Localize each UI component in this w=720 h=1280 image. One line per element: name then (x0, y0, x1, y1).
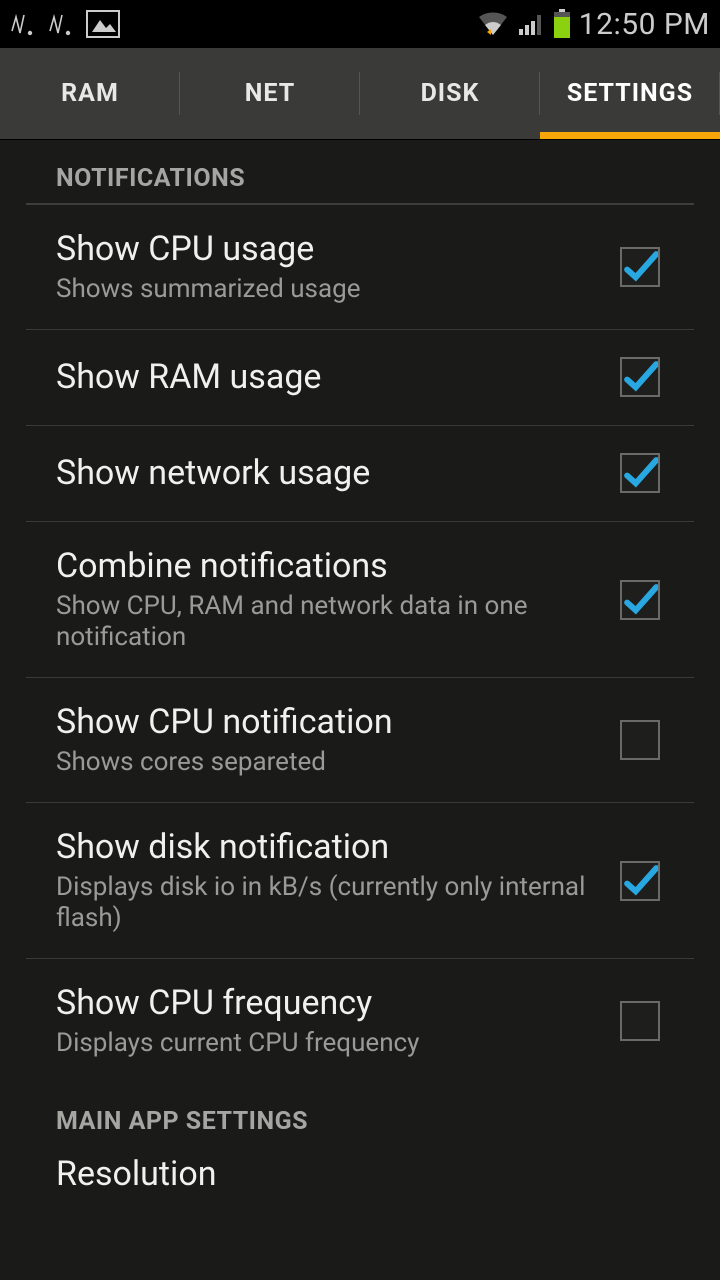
row-texts: Show disk notification Displays disk io … (56, 827, 620, 934)
row-texts: Combine notifications Show CPU, RAM and … (56, 546, 620, 653)
tab-ram[interactable]: RAM (0, 48, 180, 139)
row-show-network-usage[interactable]: Show network usage (26, 426, 694, 522)
check-icon (622, 452, 658, 494)
wifi-icon (477, 11, 509, 37)
checkbox[interactable] (620, 247, 660, 287)
active-tab-indicator (540, 132, 720, 139)
checkbox[interactable] (620, 453, 660, 493)
row-subtitle: Show CPU, RAM and network data in one no… (56, 591, 600, 653)
row-texts: Show RAM usage (56, 357, 620, 398)
tab-label: NET (245, 79, 295, 108)
row-resolution[interactable]: Resolution (26, 1140, 694, 1195)
settings-content: NOTIFICATIONS Show CPU usage Shows summa… (0, 140, 720, 1195)
checkbox[interactable] (620, 861, 660, 901)
row-title: Show CPU usage (56, 229, 600, 270)
row-title: Show RAM usage (56, 357, 600, 398)
check-icon (622, 860, 658, 902)
row-title: Show network usage (56, 453, 600, 494)
row-subtitle: Displays current CPU frequency (56, 1028, 600, 1059)
row-show-cpu-notification[interactable]: Show CPU notification Shows cores separe… (26, 678, 694, 803)
checkbox[interactable] (620, 1001, 660, 1041)
row-combine-notifications[interactable]: Combine notifications Show CPU, RAM and … (26, 522, 694, 678)
row-title: Combine notifications (56, 546, 600, 587)
section-header-main-app-settings: MAIN APP SETTINGS (26, 1083, 694, 1140)
tab-net[interactable]: NET (180, 48, 360, 139)
tab-label: RAM (61, 79, 119, 108)
check-icon (622, 356, 658, 398)
row-texts: Show CPU frequency Displays current CPU … (56, 983, 620, 1059)
picture-icon (86, 10, 120, 38)
status-left (10, 10, 120, 38)
row-show-disk-notification[interactable]: Show disk notification Displays disk io … (26, 803, 694, 959)
battery-icon (553, 9, 571, 39)
row-title: Resolution (56, 1154, 644, 1195)
tab-settings[interactable]: SETTINGS (540, 48, 720, 139)
status-right: 12:50 PM (477, 7, 710, 42)
row-texts: Resolution (56, 1154, 664, 1195)
section-header-notifications: NOTIFICATIONS (26, 140, 694, 205)
row-title: Show CPU notification (56, 702, 600, 743)
checkbox[interactable] (620, 720, 660, 760)
tab-disk[interactable]: DISK (360, 48, 540, 139)
tab-label: SETTINGS (567, 79, 693, 108)
tab-bar: RAM NET DISK SETTINGS (0, 48, 720, 140)
row-subtitle: Displays disk io in kB/s (currently only… (56, 872, 600, 934)
row-title: Show CPU frequency (56, 983, 600, 1024)
row-subtitle: Shows cores separeted (56, 747, 600, 778)
activity-icon (10, 11, 38, 37)
row-show-cpu-usage[interactable]: Show CPU usage Shows summarized usage (26, 205, 694, 330)
check-icon (622, 579, 658, 621)
row-subtitle: Shows summarized usage (56, 274, 600, 305)
status-time: 12:50 PM (579, 7, 710, 42)
status-bar: 12:50 PM (0, 0, 720, 48)
row-texts: Show CPU usage Shows summarized usage (56, 229, 620, 305)
row-show-cpu-frequency[interactable]: Show CPU frequency Displays current CPU … (26, 959, 694, 1083)
row-texts: Show CPU notification Shows cores separe… (56, 702, 620, 778)
check-icon (622, 246, 658, 288)
activity-icon-2 (48, 11, 76, 37)
tab-label: DISK (421, 79, 480, 108)
row-texts: Show network usage (56, 453, 620, 494)
checkbox[interactable] (620, 357, 660, 397)
checkbox[interactable] (620, 580, 660, 620)
row-title: Show disk notification (56, 827, 600, 868)
signal-icon (517, 11, 545, 37)
row-show-ram-usage[interactable]: Show RAM usage (26, 330, 694, 426)
